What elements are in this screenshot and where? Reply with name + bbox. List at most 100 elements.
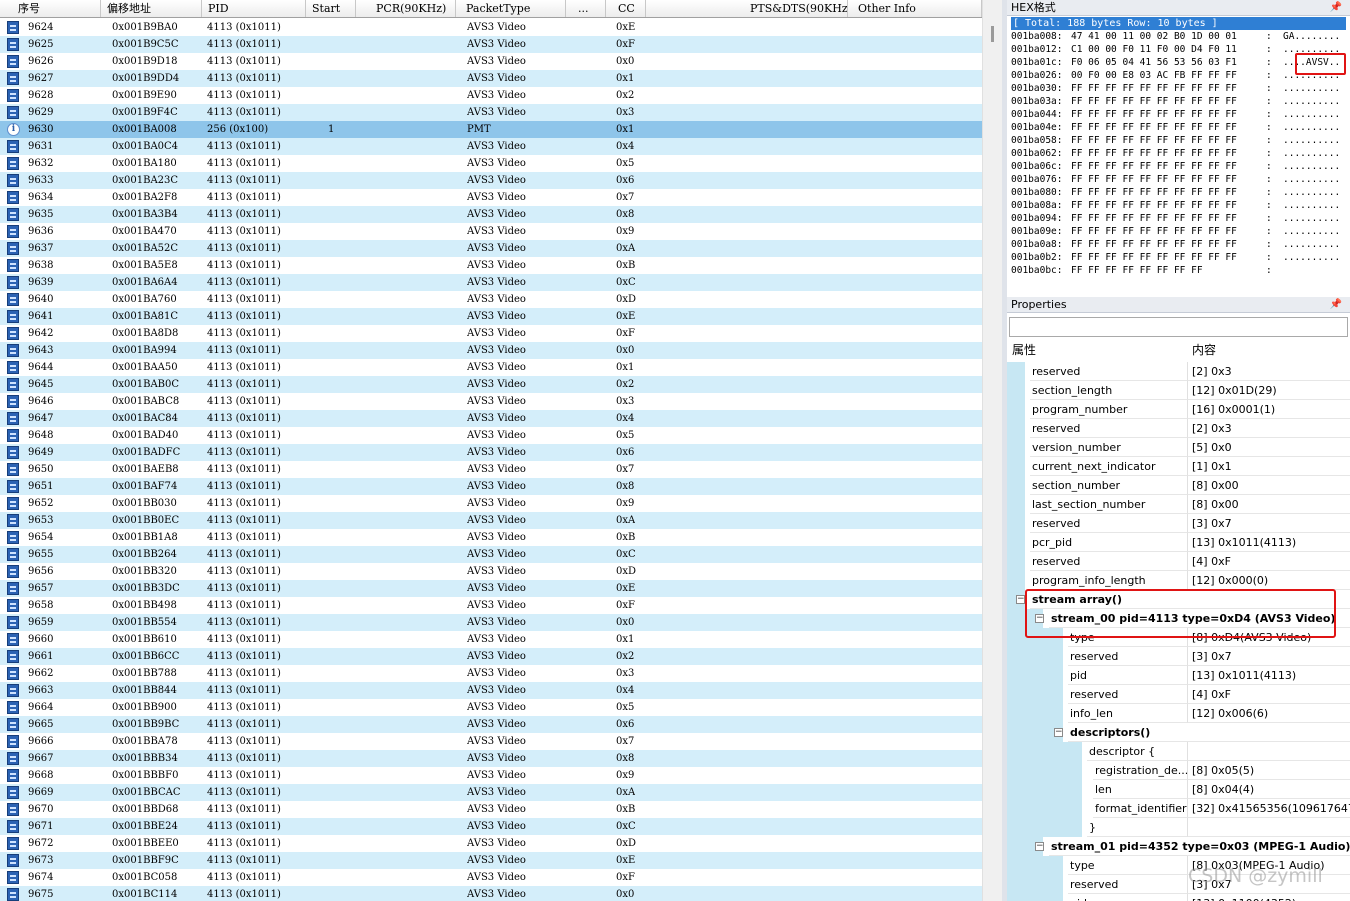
hex-line[interactable]: 001ba0b2: FF FF FF FF FF FF FF FF FF FF..… <box>1011 251 1350 264</box>
column-header-more[interactable]: ... <box>566 0 606 17</box>
column-header-content[interactable]: 内容 <box>1192 341 1216 359</box>
pin-icon[interactable]: 📌 <box>1330 0 1342 16</box>
property-row[interactable]: version_number [5] 0x0 <box>1007 438 1350 457</box>
table-row[interactable]: 9641 0x001BA81C 4113 (0x1011) AVS3 Video 0xE <box>0 308 982 325</box>
hex-line[interactable]: 001ba08a: FF FF FF FF FF FF FF FF FF FF..… <box>1011 199 1350 212</box>
table-row[interactable]: 9636 0x001BA470 4113 (0x1011) AVS3 Video 0x9 <box>0 223 982 240</box>
table-row[interactable]: 9666 0x001BBA78 4113 (0x1011) AVS3 Video 0x7 <box>0 733 982 750</box>
table-row[interactable]: 9659 0x001BB554 4113 (0x1011) AVS3 Video 0x0 <box>0 614 982 631</box>
table-row[interactable]: 9661 0x001BB6CC 4113 (0x1011) AVS3 Video 0x2 <box>0 648 982 665</box>
table-row[interactable]: 9644 0x001BAA50 4113 (0x1011) AVS3 Video 0x1 <box>0 359 982 376</box>
table-row[interactable]: 9634 0x001BA2F8 4113 (0x1011) AVS3 Video 0x7 <box>0 189 982 206</box>
table-row[interactable]: 9669 0x001BBCAC 4113 (0x1011) AVS3 Video 0xA <box>0 784 982 801</box>
table-row[interactable]: 9664 0x001BB900 4113 (0x1011) AVS3 Video 0x5 <box>0 699 982 716</box>
table-row[interactable]: 9670 0x001BBD68 4113 (0x1011) AVS3 Video 0xB <box>0 801 982 818</box>
property-row[interactable]: reserved [3] 0x7 <box>1007 647 1350 666</box>
hex-line[interactable]: 001ba094: FF FF FF FF FF FF FF FF FF FF..… <box>1011 212 1350 225</box>
column-header-pcr[interactable]: PCR(90KHz) <box>356 0 456 17</box>
table-row[interactable]: 9673 0x001BBF9C 4113 (0x1011) AVS3 Video 0xE <box>0 852 982 869</box>
collapse-toggle-icon[interactable]: − <box>1054 728 1063 737</box>
table-row[interactable]: 9655 0x001BB264 4113 (0x1011) AVS3 Video 0xC <box>0 546 982 563</box>
hex-line[interactable]: 001ba09e: FF FF FF FF FF FF FF FF FF FF..… <box>1011 225 1350 238</box>
table-row[interactable]: 9628 0x001B9E90 4113 (0x1011) AVS3 Video 0x2 <box>0 87 982 104</box>
column-header-packet-type[interactable]: PacketType <box>456 0 566 17</box>
packet-list-scrollbar[interactable] <box>982 0 1002 901</box>
table-row[interactable]: 9640 0x001BA760 4113 (0x1011) AVS3 Video 0xD <box>0 291 982 308</box>
hex-line[interactable]: 001ba03a: FF FF FF FF FF FF FF FF FF FF..… <box>1011 95 1350 108</box>
table-row[interactable]: 9632 0x001BA180 4113 (0x1011) AVS3 Video 0x5 <box>0 155 982 172</box>
table-row[interactable]: 9657 0x001BB3DC 4113 (0x1011) AVS3 Video 0xE <box>0 580 982 597</box>
table-row[interactable]: 9652 0x001BB030 4113 (0x1011) AVS3 Video 0x9 <box>0 495 982 512</box>
table-row[interactable]: 9629 0x001B9F4C 4113 (0x1011) AVS3 Video 0x3 <box>0 104 982 121</box>
column-header-other-info[interactable]: Other Info <box>848 0 982 17</box>
property-row[interactable]: reserved [4] 0xF <box>1007 685 1350 704</box>
property-row[interactable]: } <box>1007 818 1350 837</box>
property-group[interactable]: − descriptors() <box>1007 723 1350 742</box>
property-row[interactable]: section_length [12] 0x01D(29) <box>1007 381 1350 400</box>
table-row[interactable]: 9667 0x001BBB34 4113 (0x1011) AVS3 Video 0x8 <box>0 750 982 767</box>
scrollbar-thumb[interactable] <box>991 26 994 42</box>
table-row[interactable]: 9645 0x001BAB0C 4113 (0x1011) AVS3 Video 0x2 <box>0 376 982 393</box>
table-row[interactable]: 9653 0x001BB0EC 4113 (0x1011) AVS3 Video 0xA <box>0 512 982 529</box>
property-row[interactable]: len [8] 0x04(4) <box>1007 780 1350 799</box>
column-header-pid[interactable]: PID <box>202 0 306 17</box>
pin-icon[interactable]: 📌 <box>1330 297 1342 313</box>
table-row[interactable]: 9624 0x001B9BA0 4113 (0x1011) AVS3 Video 0xE <box>0 19 982 36</box>
table-row[interactable]: 9658 0x001BB498 4113 (0x1011) AVS3 Video 0xF <box>0 597 982 614</box>
property-row[interactable]: current_next_indicator [1] 0x1 <box>1007 457 1350 476</box>
table-row[interactable]: 9630 0x001BA008 256 (0x100) 1 PMT 0x1 <box>0 121 982 138</box>
hex-line[interactable]: 001ba044: FF FF FF FF FF FF FF FF FF FF..… <box>1011 108 1350 121</box>
table-row[interactable]: 9633 0x001BA23C 4113 (0x1011) AVS3 Video 0x6 <box>0 172 982 189</box>
column-header-pts-dts[interactable]: PTS&DTS(90KHz) <box>646 0 848 17</box>
property-row[interactable]: pid [13] 0x1011(4113) <box>1007 666 1350 685</box>
column-header-start[interactable]: Start <box>306 0 356 17</box>
table-row[interactable]: 9656 0x001BB320 4113 (0x1011) AVS3 Video 0xD <box>0 563 982 580</box>
table-row[interactable]: 9625 0x001B9C5C 4113 (0x1011) AVS3 Video 0xF <box>0 36 982 53</box>
table-row[interactable]: 9626 0x001B9D18 4113 (0x1011) AVS3 Video 0x0 <box>0 53 982 70</box>
hex-line[interactable]: 001ba062: FF FF FF FF FF FF FF FF FF FF..… <box>1011 147 1350 160</box>
property-row[interactable]: info_len [12] 0x006(6) <box>1007 704 1350 723</box>
collapse-toggle-icon[interactable]: − <box>1035 842 1044 851</box>
property-row[interactable]: section_number [8] 0x00 <box>1007 476 1350 495</box>
property-row[interactable]: reserved [2] 0x3 <box>1007 419 1350 438</box>
property-row[interactable]: format_identifier [32] 0x41565356(1096176… <box>1007 799 1350 818</box>
property-row[interactable]: program_info_length [12] 0x000(0) <box>1007 571 1350 590</box>
property-row[interactable]: pcr_pid [13] 0x1011(4113) <box>1007 533 1350 552</box>
hex-line[interactable]: 001ba008: 47 41 00 11 00 02 B0 1D 00 01 GA… <box>1011 30 1350 43</box>
hex-line[interactable]: 001ba030: FF FF FF FF FF FF FF FF FF FF..… <box>1011 82 1350 95</box>
table-row[interactable]: 9671 0x001BBE24 4113 (0x1011) AVS3 Video 0xC <box>0 818 982 835</box>
property-row[interactable]: descriptor { <box>1007 742 1350 761</box>
hex-line[interactable]: 001ba06c: FF FF FF FF FF FF FF FF FF FF..… <box>1011 160 1350 173</box>
hex-line[interactable]: 001ba0bc: FF FF FF FF FF FF FF FF: <box>1011 264 1350 276</box>
table-row[interactable]: 9668 0x001BBBF0 4113 (0x1011) AVS3 Video 0x9 <box>0 767 982 784</box>
column-header-index[interactable]: 序号 <box>0 0 101 17</box>
table-row[interactable]: 9662 0x001BB788 4113 (0x1011) AVS3 Video 0x3 <box>0 665 982 682</box>
hex-line[interactable]: 001ba080: FF FF FF FF FF FF FF FF FF FF..… <box>1011 186 1350 199</box>
properties-search-input[interactable] <box>1009 317 1348 337</box>
table-row[interactable]: 9649 0x001BADFC 4113 (0x1011) AVS3 Video 0x6 <box>0 444 982 461</box>
hex-line[interactable]: 001ba04e: FF FF FF FF FF FF FF FF FF FF..… <box>1011 121 1350 134</box>
table-row[interactable]: 9637 0x001BA52C 4113 (0x1011) AVS3 Video 0xA <box>0 240 982 257</box>
hex-line[interactable]: 001ba058: FF FF FF FF FF FF FF FF FF FF..… <box>1011 134 1350 147</box>
property-row[interactable]: reserved [2] 0x3 <box>1007 362 1350 381</box>
table-row[interactable]: 9672 0x001BBEE0 4113 (0x1011) AVS3 Video 0xD <box>0 835 982 852</box>
collapse-toggle-icon[interactable]: − <box>1016 595 1025 604</box>
table-row[interactable]: 9627 0x001B9DD4 4113 (0x1011) AVS3 Video 0x1 <box>0 70 982 87</box>
table-row[interactable]: 9647 0x001BAC84 4113 (0x1011) AVS3 Video 0x4 <box>0 410 982 427</box>
property-row[interactable]: last_section_number [8] 0x00 <box>1007 495 1350 514</box>
table-row[interactable]: 9675 0x001BC114 4113 (0x1011) AVS3 Video 0x0 <box>0 886 982 901</box>
table-row[interactable]: 9638 0x001BA5E8 4113 (0x1011) AVS3 Video 0xB <box>0 257 982 274</box>
table-row[interactable]: 9674 0x001BC058 4113 (0x1011) AVS3 Video 0xF <box>0 869 982 886</box>
table-row[interactable]: 9660 0x001BB610 4113 (0x1011) AVS3 Video 0x1 <box>0 631 982 648</box>
table-row[interactable]: 9650 0x001BAEB8 4113 (0x1011) AVS3 Video 0x7 <box>0 461 982 478</box>
property-group[interactable]: − stream_01 pid=4352 type=0x03 (MPEG-1 Au… <box>1007 837 1350 856</box>
table-row[interactable]: 9635 0x001BA3B4 4113 (0x1011) AVS3 Video 0x8 <box>0 206 982 223</box>
table-row[interactable]: 9639 0x001BA6A4 4113 (0x1011) AVS3 Video 0xC <box>0 274 982 291</box>
property-row[interactable]: reserved [3] 0x7 <box>1007 514 1350 533</box>
property-row[interactable]: program_number [16] 0x0001(1) <box>1007 400 1350 419</box>
table-row[interactable]: 9642 0x001BA8D8 4113 (0x1011) AVS3 Video 0xF <box>0 325 982 342</box>
table-row[interactable]: 9663 0x001BB844 4113 (0x1011) AVS3 Video 0x4 <box>0 682 982 699</box>
property-row[interactable]: pid[13] 0x1100(4352) <box>1007 894 1350 901</box>
column-header-cc[interactable]: CC <box>606 0 646 17</box>
table-row[interactable]: 9643 0x001BA994 4113 (0x1011) AVS3 Video 0x0 <box>0 342 982 359</box>
